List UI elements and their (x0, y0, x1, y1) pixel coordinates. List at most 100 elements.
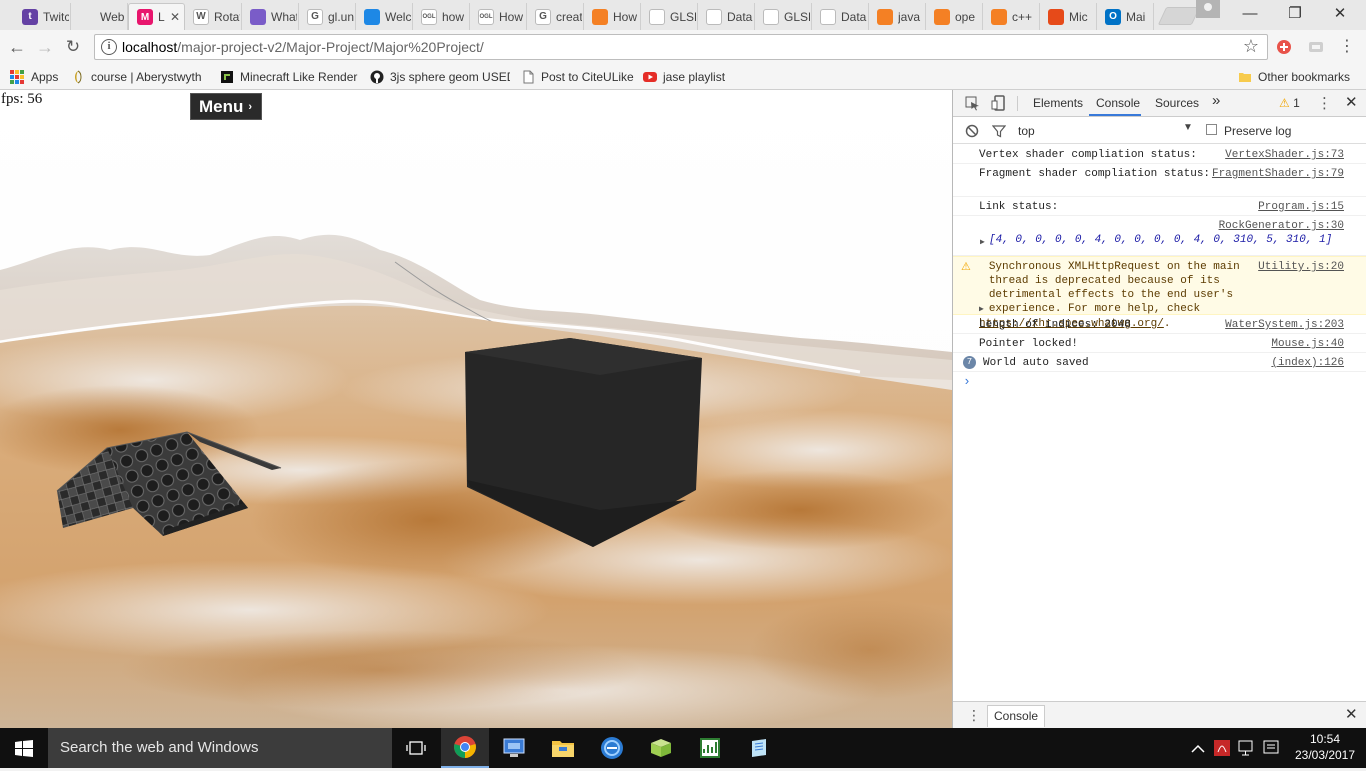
warning-counter[interactable]: ⚠ 1 (1279, 96, 1300, 110)
forward-icon[interactable]: → (34, 36, 56, 58)
browser-tab[interactable]: Data (812, 3, 869, 30)
browser-tab[interactable]: GLSL (755, 3, 812, 30)
message-source-link[interactable]: FragmentShader.js:79 (1211, 167, 1344, 181)
browser-tab[interactable]: How (584, 3, 641, 30)
clock-time: 10:54 (1309, 732, 1341, 746)
context-select[interactable]: top (1018, 124, 1035, 138)
browser-tab[interactable]: Ggl.uniform (299, 3, 356, 30)
browser-tab[interactable]: Web (71, 3, 128, 30)
bookmark-other[interactable]: Other bookmarks (1238, 68, 1350, 86)
minimize-icon[interactable]: — (1238, 4, 1262, 24)
webgl-canvas[interactable]: fps: 56 Menu › (0, 90, 952, 728)
restore-icon[interactable]: ❐ (1283, 4, 1307, 24)
profile-icon[interactable] (1196, 0, 1220, 18)
browser-tab[interactable]: ope (926, 3, 983, 30)
site-info-icon[interactable]: i (101, 39, 117, 55)
close-tab-icon[interactable]: ✕ (170, 10, 180, 24)
notes-app-icon[interactable] (735, 728, 783, 768)
warning-count: 1 (1293, 96, 1300, 110)
bookmark-minecraft[interactable]: Minecraft Like Render (220, 68, 360, 86)
more-tabs-icon[interactable]: » (1212, 92, 1220, 109)
action-center-icon[interactable] (1262, 728, 1280, 768)
network-icon[interactable] (1237, 728, 1255, 768)
browser-tab[interactable]: java (869, 3, 926, 30)
devtools-menu-icon[interactable]: ⋮ (1317, 94, 1332, 112)
expand-triangle-icon[interactable]: ▶ (980, 236, 985, 250)
bookmark-citeulike[interactable]: Post to CiteULike (521, 68, 634, 86)
inspect-element-icon[interactable] (965, 96, 980, 111)
reload-icon[interactable]: ↻ (62, 36, 84, 58)
close-window-icon[interactable]: ✕ (1328, 4, 1352, 24)
browser-tab[interactable]: c++ (983, 3, 1040, 30)
file-explorer-icon[interactable] (539, 728, 587, 768)
bookmark-apps[interactable]: Apps (10, 68, 58, 86)
url-path: /major-project-v2/Major-Project/Major%20… (177, 39, 484, 55)
address-bar[interactable]: i localhost/major-project-v2/Major-Proje… (94, 34, 1268, 60)
browser-tab[interactable]: OGL How (470, 3, 527, 30)
bookmark-star-icon[interactable]: ☆ (1243, 36, 1259, 57)
expand-triangle-icon[interactable]: ▶ (979, 305, 984, 314)
browser-tab[interactable]: GLSL (641, 3, 698, 30)
close-drawer-icon[interactable]: ✕ (1345, 705, 1358, 723)
chrome-taskbar-icon[interactable] (441, 728, 489, 768)
filter-icon[interactable] (992, 124, 1006, 138)
browser-tab[interactable]: O Mai (1097, 3, 1154, 30)
menu-button[interactable]: Menu › (190, 93, 262, 120)
message-source-link[interactable]: Program.js:15 (1258, 200, 1344, 214)
device-toolbar-icon[interactable] (991, 95, 1006, 111)
message-source-link[interactable]: Utility.js:20 (1258, 260, 1344, 274)
tray-chevron-icon[interactable] (1190, 728, 1206, 768)
browser-tab[interactable]: Data (698, 3, 755, 30)
message-source-link[interactable]: RockGenerator.js:30 (1218, 219, 1344, 233)
browser-tab[interactable]: OGL how (413, 3, 470, 30)
tab-console[interactable]: Console (1096, 96, 1140, 110)
close-devtools-icon[interactable]: ✕ (1345, 93, 1358, 111)
bookmark-3js[interactable]: 3js sphere geom USED (370, 68, 510, 86)
browser-tab[interactable]: Mic (1040, 3, 1097, 30)
console-message-array[interactable]: ▶ [4, 0, 0, 0, 0, 4, 0, 0, 0, 0, 4, 0, 3… (953, 216, 1366, 256)
drawer-tab-console[interactable]: Console (987, 705, 1046, 727)
taskbar-clock[interactable]: 10:54 23/03/2017 (1290, 731, 1360, 763)
chrome-menu-icon[interactable]: ⋮ (1339, 39, 1355, 55)
browser-tab[interactable]: Gcreate (527, 3, 584, 30)
preserve-log-checkbox[interactable] (1206, 124, 1217, 135)
windows-start-icon[interactable] (15, 740, 33, 757)
folder-app-icon[interactable] (637, 728, 685, 768)
message-source-link[interactable]: WaterSystem.js:203 (1225, 318, 1344, 332)
console-prompt[interactable]: › (953, 372, 1366, 389)
remote-desktop-icon[interactable] (490, 728, 538, 768)
extension-gray-icon[interactable] (1308, 39, 1324, 55)
taskbar-search-box[interactable]: Search the web and Windows (48, 728, 392, 768)
bookmarks-bar: Apps course | Aberystwyth Minecraft Like… (0, 64, 1366, 90)
google-icon: G (535, 8, 551, 25)
browser-tab[interactable]: W Rotation (185, 3, 242, 30)
extension-red-icon[interactable] (1276, 39, 1292, 55)
context-dropdown-icon[interactable]: ▼ (1183, 122, 1193, 133)
bookmark-course[interactable]: course | Aberystwyth (71, 68, 207, 86)
clear-console-icon[interactable] (965, 124, 979, 138)
bookmark-label: Post to CiteULike (541, 70, 634, 84)
acrobat-tray-icon[interactable] (1213, 728, 1231, 768)
message-source-link[interactable]: (index):126 (1271, 356, 1344, 370)
drawer-menu-icon[interactable]: ⋮ (967, 707, 981, 724)
browser-toolbar: ← → ↻ i localhost/major-project-v2/Major… (0, 30, 1366, 64)
tab-elements[interactable]: Elements (1033, 96, 1083, 110)
message-text: Vertex shader compliation status: (979, 149, 1197, 161)
bookmark-playlist[interactable]: jase playlist (643, 68, 725, 86)
tab-sources[interactable]: Sources (1155, 96, 1199, 110)
browser-tab[interactable]: What (242, 3, 299, 30)
devtools-drawer: ⋮ Console ✕ (953, 701, 1366, 728)
back-icon[interactable]: ← (6, 36, 28, 58)
menu-label: Menu (199, 97, 244, 116)
charting-app-icon[interactable] (686, 728, 734, 768)
new-tab-button[interactable] (1157, 7, 1201, 25)
browser-tab[interactable]: M L ✕ (128, 3, 185, 30)
message-source-link[interactable]: VertexShader.js:73 (1225, 148, 1344, 162)
message-source-link[interactable]: Mouse.js:40 (1271, 337, 1344, 351)
browser-tab[interactable]: t Twitch (14, 3, 71, 30)
synergy-app-icon[interactable] (588, 728, 636, 768)
task-view-icon[interactable] (392, 728, 440, 768)
url-text[interactable]: localhost/major-project-v2/Major-Project… (122, 39, 484, 55)
console-message: Length of indices: 2048 WaterSystem.js:2… (953, 315, 1366, 334)
browser-tab[interactable]: Welcome (356, 3, 413, 30)
